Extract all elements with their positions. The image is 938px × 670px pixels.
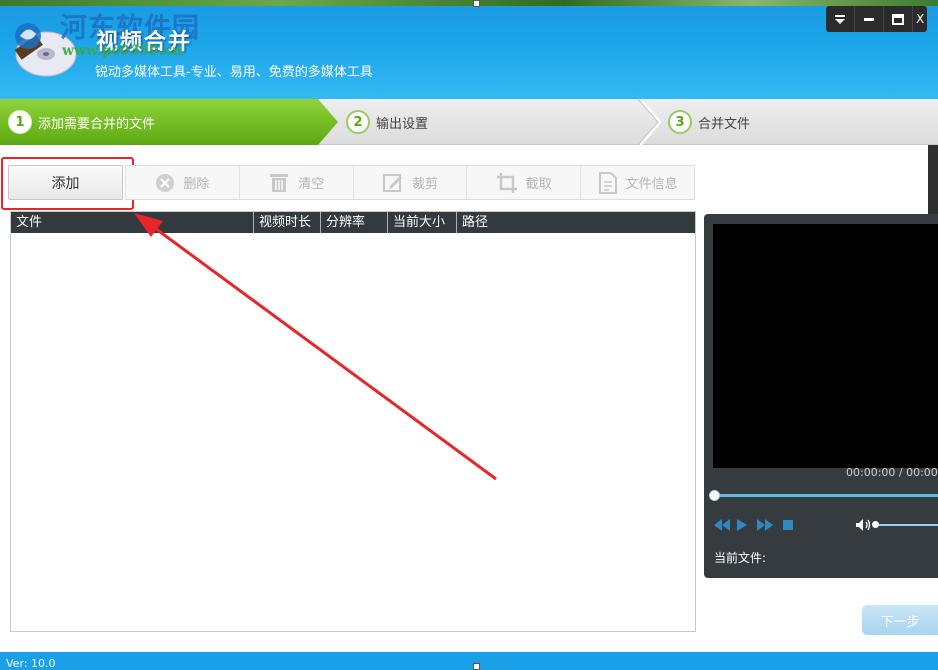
delete-button[interactable]: 删除: [125, 166, 239, 199]
app-header: 河东软件园 视频合并 www.pc0359.cn 锐动多媒体工具-专业、易用、免…: [0, 0, 938, 99]
file-list-table[interactable]: 文件 视频时长 分辨率 当前大小 路径: [10, 211, 696, 632]
crop-label: 截取: [525, 177, 552, 192]
step-label: 添加需要合并的文件: [38, 116, 156, 132]
version-label: Ver: 10.0: [6, 657, 56, 670]
step-merge-files[interactable]: 3 合并文件: [668, 99, 750, 145]
wizard-steps: 1 添加需要合并的文件 2 输出设置 3 合并文件: [0, 99, 938, 145]
seek-handle[interactable]: [709, 490, 720, 501]
clear-button[interactable]: 清空: [238, 166, 353, 199]
rewind-icon[interactable]: [714, 519, 730, 531]
clear-label: 清空: [298, 177, 325, 192]
app-subtitle: 锐动多媒体工具-专业、易用、免费的多媒体工具: [95, 65, 373, 80]
volume-slider[interactable]: [876, 524, 938, 526]
time-display: 00:00:00 / 00:00:: [846, 466, 938, 479]
column-header-file[interactable]: 文件: [11, 212, 254, 233]
crop-button[interactable]: 截取: [466, 166, 580, 199]
next-step-button[interactable]: 下一步: [862, 605, 938, 635]
add-button[interactable]: 添加: [8, 165, 123, 200]
volume-icon[interactable]: [856, 519, 871, 531]
trash-icon: [270, 173, 289, 192]
play-icon[interactable]: [737, 519, 747, 531]
selection-handle: [473, 663, 480, 670]
watermark-url: www.pc0359.cn: [62, 43, 183, 59]
file-info-icon: [598, 171, 617, 194]
column-header-resolution[interactable]: 分辨率: [321, 212, 388, 233]
step-label: 输出设置: [376, 116, 429, 132]
file-info-button[interactable]: 文件信息: [580, 166, 694, 199]
edit-label: 裁剪: [411, 177, 438, 192]
file-list-header: 文件 视频时长 分辨率 当前大小 路径: [11, 212, 695, 233]
delete-circle-icon: [156, 173, 175, 192]
edit-icon: [382, 173, 402, 192]
window-controls: X: [826, 6, 927, 32]
column-header-duration[interactable]: 视频时长: [254, 212, 321, 233]
step-label: 合并文件: [698, 116, 751, 132]
step-output-settings[interactable]: 2 输出设置: [346, 99, 428, 145]
volume-handle[interactable]: [872, 521, 879, 528]
edit-button[interactable]: 裁剪: [352, 166, 467, 199]
file-info-label: 文件信息: [625, 177, 678, 192]
file-toolbar: 删除 清空 裁剪 截取 文件信息: [125, 165, 695, 200]
preview-player: 00:00:00 / 00:00: 当前文件:: [704, 214, 938, 578]
current-file-label: 当前文件:: [714, 551, 767, 565]
dropdown-menu-icon[interactable]: [826, 6, 855, 32]
delete-label: 删除: [183, 177, 210, 192]
selection-handle: [473, 0, 480, 7]
close-button[interactable]: X: [913, 6, 927, 32]
step-separator-chevron: [638, 99, 662, 145]
crop-icon: [496, 172, 517, 193]
step-number: 3: [668, 110, 692, 134]
fast-forward-icon[interactable]: [757, 519, 773, 531]
status-bar: Ver: 10.0: [0, 652, 938, 670]
video-preview-screen: [713, 224, 938, 468]
column-header-size[interactable]: 当前大小: [388, 212, 457, 233]
maximize-icon[interactable]: [884, 6, 913, 32]
step-add-files[interactable]: 1 添加需要合并的文件: [0, 99, 338, 145]
seek-bar[interactable]: [714, 494, 938, 497]
column-header-path[interactable]: 路径: [457, 212, 695, 233]
minimize-icon[interactable]: [855, 6, 884, 32]
step-number: 2: [346, 110, 370, 134]
stop-icon[interactable]: [783, 520, 793, 530]
step-number: 1: [8, 110, 32, 134]
